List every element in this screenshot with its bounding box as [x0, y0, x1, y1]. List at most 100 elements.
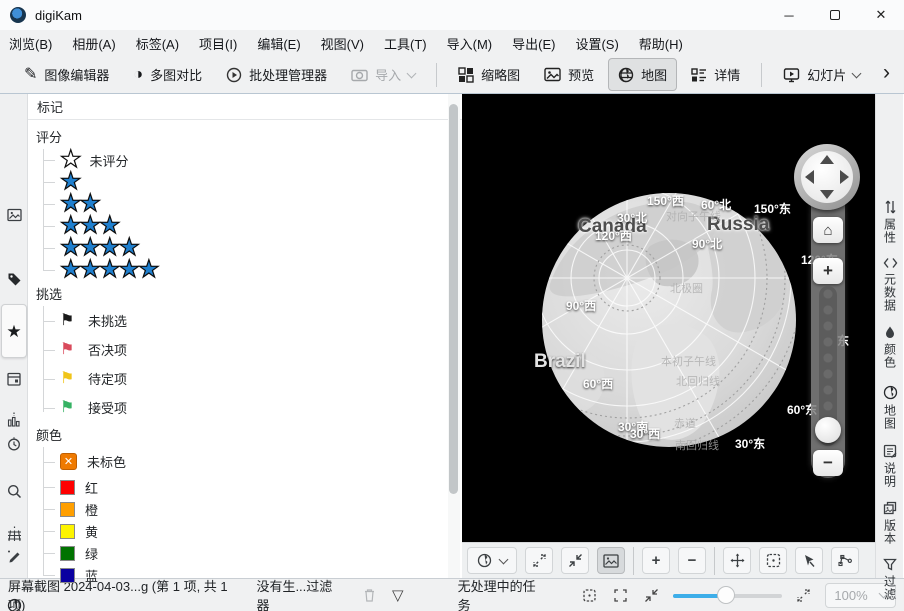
map-zoom-out-button[interactable]: −	[813, 450, 843, 476]
menu-import[interactable]: 导入(M)	[447, 34, 493, 53]
color-row-orange[interactable]: 橙	[60, 498, 462, 520]
tasks-status-text: 无处理中的任务	[458, 576, 547, 611]
sidebar-tab-sketch[interactable]	[0, 549, 28, 563]
thumbnail-zoom-slider[interactable]	[673, 586, 782, 604]
color-row-blue[interactable]: 蓝	[60, 564, 462, 586]
menu-album[interactable]: 相册(A)	[72, 34, 115, 53]
menu-export[interactable]: 导出(E)	[512, 34, 555, 53]
right-tab-metadata[interactable]: 元数据	[876, 257, 904, 312]
details-button[interactable]: 详情	[681, 58, 750, 91]
image-editor-button[interactable]: ✎ 图像编辑器	[14, 58, 119, 91]
albums-icon	[7, 208, 22, 222]
fit-window-button[interactable]	[644, 588, 659, 603]
sidebar-tab-map[interactable]	[0, 598, 28, 611]
sidebar-tab-timeline[interactable]	[0, 412, 28, 428]
sidebar-tab-clock[interactable]	[0, 437, 28, 451]
right-tab-captions[interactable]: 说明	[876, 444, 904, 488]
color-row-green[interactable]: 绿	[60, 542, 462, 564]
sidebar-tab-labels[interactable]: ★	[0, 322, 28, 342]
color-swatch	[60, 568, 75, 583]
menu-view[interactable]: 视图(V)	[321, 34, 364, 53]
timeline-icon	[7, 412, 21, 428]
sidebar-tab-tags[interactable]	[0, 272, 28, 287]
rating-row-unrated[interactable]: ★ 未评分	[60, 149, 462, 171]
rating-row-2[interactable]: ★★	[60, 193, 462, 215]
rating-section[interactable]: 评分	[36, 124, 462, 149]
map-pan-mode-button[interactable]	[723, 547, 751, 574]
flag-icon: ⚑	[60, 371, 78, 387]
map-region-select-button[interactable]	[759, 547, 787, 574]
color-row-none[interactable]: ✕ 未标色	[60, 447, 462, 476]
pick-section[interactable]: 挑选	[36, 281, 462, 306]
color-section[interactable]: 颜色	[36, 422, 462, 447]
map-zoom-slider-handle[interactable]	[815, 417, 841, 443]
zoom-expand-button[interactable]	[796, 588, 811, 603]
globe-canvas[interactable]: CanadaRussiaBrazil150°西60°北150°东30°北120°…	[462, 94, 875, 542]
map-plus-button[interactable]: +	[642, 547, 670, 574]
trash-icon[interactable]	[363, 588, 376, 602]
pan-left-arrow-icon[interactable]	[805, 170, 814, 184]
pan-up-arrow-icon[interactable]	[820, 155, 834, 164]
toolbar-overflow-button[interactable]: ›	[883, 61, 898, 88]
right-tab-versions[interactable]: 版本	[876, 501, 904, 545]
sidebar-tab-similarity[interactable]	[0, 526, 28, 542]
pick-row-none[interactable]: ⚑ 未挑选	[60, 306, 462, 335]
pan-down-arrow-icon[interactable]	[820, 190, 834, 199]
map-minus-button[interactable]: −	[678, 547, 706, 574]
pan-dpad-control[interactable]	[794, 144, 860, 210]
thumbnails-button[interactable]: 缩略图	[448, 58, 530, 91]
longitude-label: 90°北	[692, 235, 722, 252]
minimize-button[interactable]: ─	[766, 0, 812, 30]
right-tab-properties[interactable]: 属性	[876, 200, 904, 244]
color-row-yellow[interactable]: 黄	[60, 520, 462, 542]
polygon-select-icon	[837, 553, 853, 568]
panel-scrollbar-thumb[interactable]	[449, 104, 458, 494]
right-tab-colors[interactable]: 颜色	[876, 325, 904, 369]
longitude-label: 30°西	[630, 425, 660, 442]
map-button[interactable]: 地图	[608, 58, 677, 91]
map-polygon-select-button[interactable]	[831, 547, 859, 574]
map-fullscreen-button[interactable]	[525, 547, 553, 574]
map-home-button[interactable]: ⌂	[813, 217, 843, 243]
menu-settings[interactable]: 设置(S)	[575, 34, 618, 53]
light-table-button[interactable]: ◑ 多图对比	[123, 58, 212, 91]
menu-tag[interactable]: 标签(A)	[136, 34, 179, 53]
rating-row-1[interactable]: ★	[60, 171, 462, 193]
map-thumbnails-toggle[interactable]	[597, 547, 625, 574]
maximize-button[interactable]	[812, 0, 858, 30]
pan-right-arrow-icon[interactable]	[840, 170, 849, 184]
pick-row-accepted[interactable]: ⚑ 接受项	[60, 393, 462, 422]
chevron-down-icon	[499, 554, 509, 564]
color-row-red[interactable]: 红	[60, 476, 462, 498]
rating-row-5[interactable]: ★★★★★	[60, 259, 462, 281]
map-zoom-in-button[interactable]: +	[813, 258, 843, 284]
close-button[interactable]: ✕	[858, 0, 904, 30]
menu-help[interactable]: 帮助(H)	[639, 34, 683, 53]
slider-handle[interactable]	[717, 586, 735, 604]
pencil-icon: ✎	[24, 67, 37, 83]
right-tab-map[interactable]: 地图	[876, 385, 904, 430]
map-cursor-mode-button[interactable]	[795, 547, 823, 574]
tags-panel-title: 标记	[28, 94, 462, 120]
map-projection-combo[interactable]	[467, 547, 517, 574]
flag-icon: ⚑	[60, 400, 78, 416]
menu-browse[interactable]: 浏览(B)	[9, 34, 52, 53]
chevron-down-icon	[852, 68, 862, 78]
sidebar-tab-albums[interactable]	[0, 208, 28, 222]
batch-queue-button[interactable]: 批处理管理器	[216, 58, 337, 91]
filter-funnel-button[interactable]: ▽	[392, 586, 404, 604]
pick-row-rejected[interactable]: ⚑ 否决项	[60, 335, 462, 364]
menu-item[interactable]: 项目(I)	[199, 34, 237, 53]
import-button[interactable]: 导入	[341, 58, 425, 91]
sidebar-tab-search[interactable]	[0, 484, 28, 499]
preview-button[interactable]: 预览	[534, 58, 604, 91]
zoom-select-button[interactable]	[582, 588, 597, 603]
longitude-label: 90°西	[566, 297, 596, 314]
sidebar-tab-dates[interactable]	[0, 372, 28, 386]
pick-row-pending[interactable]: ⚑ 待定项	[60, 364, 462, 393]
map-shrink-button[interactable]	[561, 547, 589, 574]
zoom-100-button[interactable]	[613, 588, 628, 603]
menu-tools[interactable]: 工具(T)	[384, 34, 427, 53]
menu-edit[interactable]: 编辑(E)	[257, 34, 300, 53]
slideshow-button[interactable]: 幻灯片	[773, 58, 870, 91]
